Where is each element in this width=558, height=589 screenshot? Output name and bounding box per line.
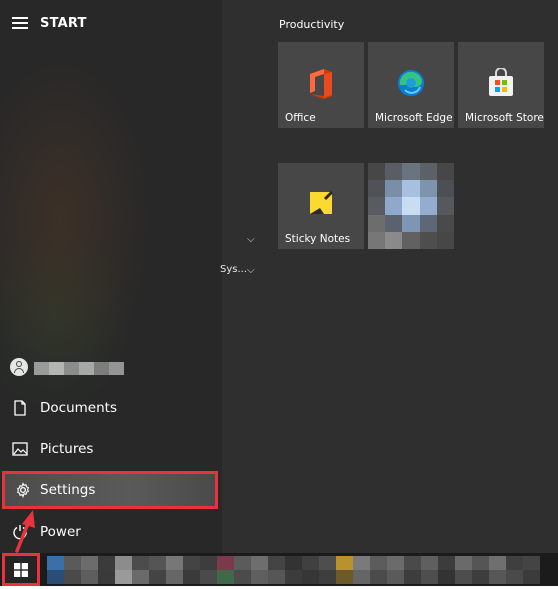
nav-pictures[interactable]: Pictures xyxy=(0,431,220,467)
nav-documents-label: Documents xyxy=(40,400,117,416)
user-account[interactable] xyxy=(10,357,210,381)
pictures-icon xyxy=(0,442,40,456)
tile-sticky-label: Sticky Notes xyxy=(285,233,351,245)
tile-sticky-notes[interactable]: Sticky Notes xyxy=(278,163,364,249)
edge-icon xyxy=(368,68,454,98)
nav-power-label: Power xyxy=(40,524,81,540)
tile-microsoft-store[interactable]: Microsoft Store xyxy=(458,42,544,128)
power-icon xyxy=(0,524,40,540)
nav-pictures-label: Pictures xyxy=(40,441,94,457)
office-icon xyxy=(278,68,364,100)
tile-office-label: Office xyxy=(285,112,316,124)
chevron-down-icon-2[interactable]: ⌵ xyxy=(247,265,255,276)
chevron-down-icon[interactable]: ⌵ xyxy=(247,234,255,245)
user-avatar-icon xyxy=(10,358,28,376)
tile-microsoft-edge[interactable]: Microsoft Edge xyxy=(368,42,454,128)
collapsed-group-label[interactable]: Sys... xyxy=(220,264,247,275)
store-icon xyxy=(458,68,544,98)
windows-logo-icon xyxy=(14,562,28,577)
tile-edge-label: Microsoft Edge xyxy=(375,112,453,124)
nav-settings[interactable]: Settings xyxy=(2,471,218,509)
start-title: START xyxy=(40,16,87,31)
hamburger-menu-icon[interactable] xyxy=(12,17,28,31)
start-menu: START Documents Pictures Settings Power … xyxy=(0,0,558,553)
tile-group-title: Productivity xyxy=(279,18,345,31)
sticky-notes-icon xyxy=(278,189,364,217)
windows-start-button[interactable] xyxy=(2,553,40,586)
document-icon xyxy=(0,400,40,416)
tile-photo-redacted[interactable] xyxy=(368,163,454,249)
tile-store-label: Microsoft Store xyxy=(465,112,544,124)
nav-documents[interactable]: Documents xyxy=(0,390,220,426)
gear-icon xyxy=(5,482,40,498)
nav-settings-label: Settings xyxy=(40,482,96,498)
user-name-redacted xyxy=(34,362,124,375)
photo-tile-icon xyxy=(368,163,454,249)
start-left-pane: START Documents Pictures Settings Power xyxy=(0,0,222,553)
tile-office[interactable]: Office xyxy=(278,42,364,128)
taskbar-apps-redacted xyxy=(47,556,540,584)
nav-power[interactable]: Power xyxy=(0,514,220,550)
